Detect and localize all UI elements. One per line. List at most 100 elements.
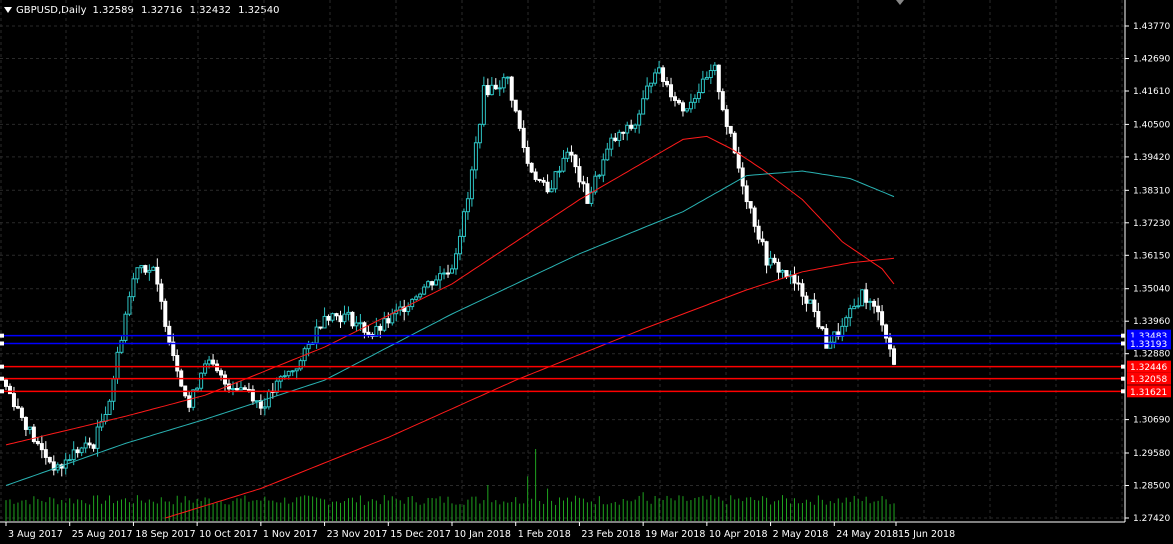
candle-body-20: [83, 442, 88, 449]
candle-body-34: [139, 265, 144, 269]
candle-body-73: [294, 368, 299, 372]
candle-body-163: [653, 72, 658, 84]
level-tag-label-1: 1.33193: [1130, 340, 1167, 350]
level-tag-label-3: 1.32058: [1130, 375, 1167, 385]
x-tick-label-5: 23 Nov 2017: [327, 529, 388, 540]
level-handle-left-2[interactable]: [0, 364, 4, 369]
candle-body-208: [832, 331, 837, 343]
candle-body-215: [860, 289, 865, 307]
candle-body-96: [386, 318, 391, 324]
candle-body-132: [529, 162, 534, 173]
candle-body-124: [497, 87, 502, 90]
candle-body-182: [728, 125, 733, 134]
candle-body-0: [4, 379, 8, 387]
candle-body-191: [764, 241, 769, 266]
candle-body-76: [306, 343, 311, 350]
candle-body-106: [426, 281, 431, 288]
chart-root[interactable]: GBPUSD,Daily 1.32589 1.32716 1.32432 1.3…: [0, 0, 1173, 544]
candle-body-133: [533, 171, 538, 180]
level-handle-right-0[interactable]: [1121, 333, 1125, 338]
candle-body-33: [135, 267, 140, 280]
candle-body-190: [760, 238, 765, 243]
candle-body-128: [513, 99, 518, 112]
candle-body-83: [334, 313, 339, 317]
price-chart[interactable]: 1.43770 1.42690 1.41610 1.40500 1.39420 1.383…: [0, 0, 1173, 544]
candle-body-107: [430, 281, 435, 286]
candle-body-71: [286, 370, 291, 377]
candle-body-112: [450, 268, 454, 274]
candle-body-49: [199, 372, 204, 389]
candle-body-154: [617, 131, 622, 141]
candle-body-152: [609, 137, 614, 150]
level-handle-left-1[interactable]: [0, 341, 4, 346]
chart-shift-marker-icon[interactable]: [896, 0, 904, 5]
x-tick-label-4: 1 Nov 2017: [263, 529, 318, 540]
candle-body-196: [784, 270, 789, 278]
candle-body-211: [844, 317, 849, 327]
level-handle-right-2[interactable]: [1121, 364, 1125, 369]
candle-body-200: [800, 283, 805, 297]
candle-body-116: [465, 198, 470, 213]
candle-body-129: [517, 110, 522, 129]
level-handle-left-3[interactable]: [0, 376, 4, 381]
candle-body-144: [577, 166, 582, 183]
candle-body-198: [792, 274, 797, 284]
candle-body-59: [238, 387, 243, 391]
candle-body-125: [501, 77, 506, 89]
candle-body-51: [207, 359, 212, 365]
candle-body-32: [131, 278, 136, 298]
candle-body-8: [35, 441, 40, 445]
candle-body-210: [840, 325, 845, 337]
candle-body-172: [688, 101, 693, 110]
candle-body-149: [597, 174, 602, 177]
candle-body-9: [39, 443, 44, 451]
y-tick-label-1: 1.42690: [1133, 54, 1170, 64]
candle-body-21: [87, 442, 92, 446]
candle-body-84: [338, 315, 343, 323]
candle-body-5: [23, 416, 28, 430]
candle-body-141: [565, 151, 570, 159]
ma-line-0: [5, 135, 895, 446]
candle-body-31: [127, 296, 132, 315]
candle-body-120: [481, 85, 486, 125]
candle-body-156: [625, 124, 630, 134]
candle-body-186: [744, 185, 749, 203]
candle-body-218: [872, 300, 877, 307]
candle-body-46: [187, 395, 192, 408]
x-tick-label-6: 15 Dec 2017: [390, 529, 451, 540]
candle-body-159: [637, 113, 642, 126]
candle-body-55: [223, 374, 228, 385]
candle-body-43: [175, 355, 180, 372]
candle-body-169: [676, 99, 681, 104]
candle-body-145: [581, 181, 586, 185]
level-handle-left-4[interactable]: [0, 389, 4, 394]
candle-body-121: [485, 85, 490, 96]
candle-body-178: [712, 64, 717, 72]
y-tick-label-11: 1.30690: [1133, 416, 1170, 426]
candle-body-214: [856, 305, 861, 308]
level-handle-right-1[interactable]: [1121, 341, 1125, 346]
candle-body-36: [147, 269, 152, 273]
level-handle-right-3[interactable]: [1121, 376, 1125, 381]
candle-body-4: [19, 407, 24, 418]
x-tick-label-0: 3 Aug 2017: [8, 529, 63, 540]
candle-body-19: [79, 447, 84, 454]
level-handle-left-0[interactable]: [0, 333, 4, 338]
x-tick-label-1: 25 Aug 2017: [72, 529, 133, 540]
candle-body-138: [553, 171, 558, 190]
candle-body-28: [115, 351, 120, 380]
candle-body-114: [457, 235, 462, 255]
candle-body-74: [298, 360, 303, 370]
level-handle-right-4[interactable]: [1121, 389, 1125, 394]
candle-body-85: [342, 313, 347, 323]
candle-body-206: [824, 328, 829, 349]
candle-body-168: [673, 96, 677, 101]
candle-body-54: [219, 370, 224, 376]
candle-body-40: [163, 300, 168, 327]
x-tick-label-14: 15 Jun 2018: [898, 529, 955, 540]
candle-body-79: [318, 326, 323, 329]
candle-body-101: [406, 306, 411, 312]
candle-body-127: [509, 76, 514, 101]
candle-body-213: [852, 305, 857, 310]
candle-body-194: [776, 261, 781, 273]
